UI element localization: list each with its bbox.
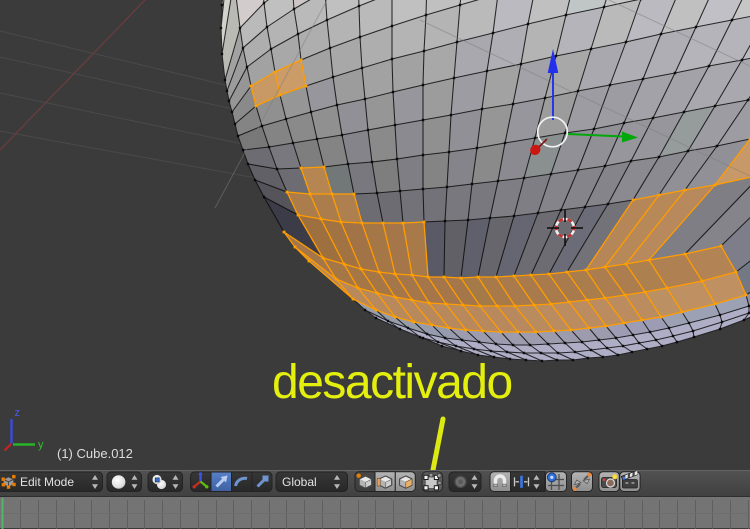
svg-text:(1) Cube.012: (1) Cube.012: [57, 446, 133, 461]
svg-text:Edit Mode: Edit Mode: [20, 475, 74, 489]
svg-text:Global: Global: [282, 475, 317, 489]
svg-text:desactivado: desactivado: [272, 356, 512, 409]
svg-text:y: y: [38, 439, 44, 451]
svg-text:z: z: [15, 407, 21, 419]
